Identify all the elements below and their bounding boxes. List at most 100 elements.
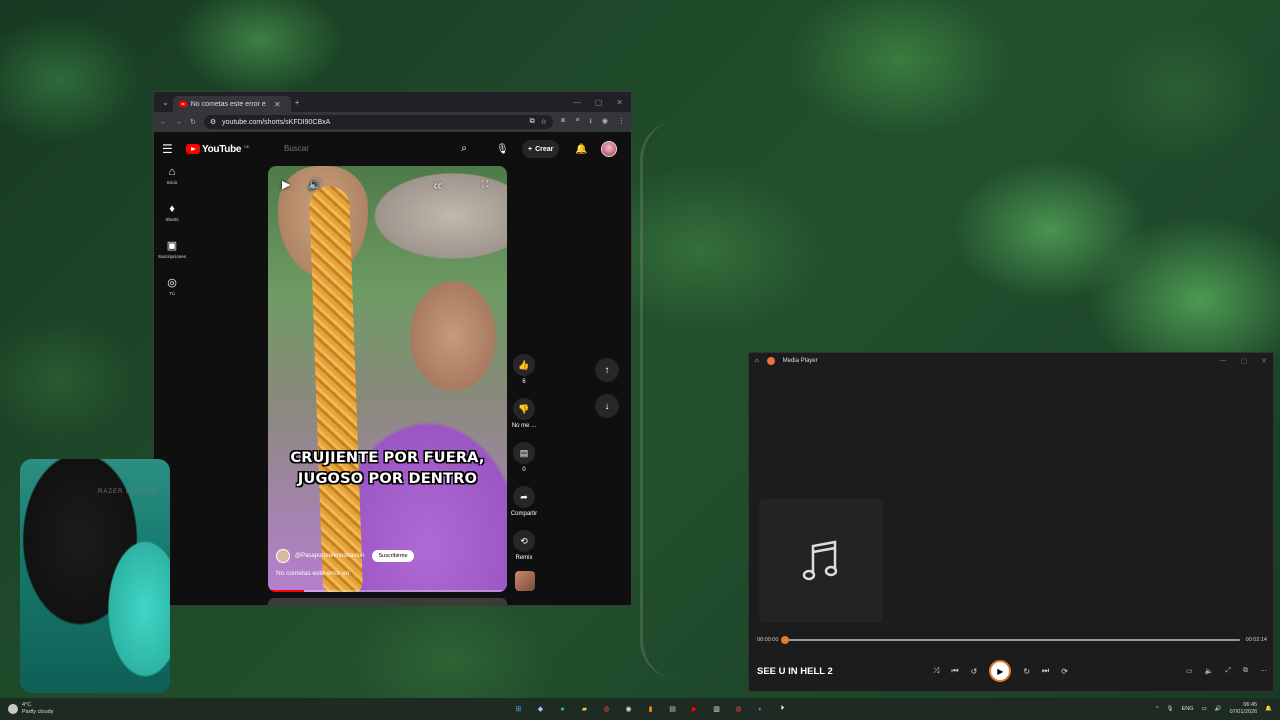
tray-overflow-icon[interactable]: ^ bbox=[1156, 706, 1159, 712]
download-icon[interactable]: ⭳ bbox=[589, 117, 591, 128]
spotify-icon[interactable]: ● bbox=[556, 703, 569, 716]
play-button[interactable]: ▶ bbox=[989, 660, 1012, 682]
obs-icon[interactable]: ◉ bbox=[622, 703, 635, 716]
share-action[interactable]: ➦ Compartir bbox=[508, 486, 540, 530]
youtube-app-icon[interactable]: ▶ bbox=[688, 703, 701, 716]
share-icon[interactable]: ➦ bbox=[513, 486, 535, 508]
seek-bar[interactable] bbox=[781, 636, 1240, 644]
youtube-logo[interactable]: YouTube DE bbox=[186, 144, 249, 155]
close-window-button[interactable]: ✕ bbox=[616, 98, 623, 107]
omnibox[interactable]: ⚙ youtube.com/shorts/sKFDI90CBxA ⧉ ☆ bbox=[203, 115, 553, 129]
browser-menu-icon[interactable]: ⋮ bbox=[618, 117, 625, 128]
hamburger-menu-icon[interactable]: ☰ bbox=[162, 142, 176, 156]
track-title: SEE U IN HELL 2 bbox=[757, 665, 833, 677]
nav-item-tu[interactable]: ◎ Tú bbox=[154, 277, 190, 314]
compact-overlay-icon[interactable]: ⧉ bbox=[1243, 667, 1248, 675]
bookmark-star-icon[interactable]: ☆ bbox=[541, 118, 547, 126]
minimize-button[interactable]: — bbox=[573, 98, 581, 107]
create-button[interactable]: + Crear bbox=[522, 140, 560, 158]
account-avatar[interactable] bbox=[601, 141, 617, 157]
tab-active[interactable]: No cometas este error en - YouTube ✕ bbox=[172, 96, 291, 112]
captions-icon[interactable]: ㏄ bbox=[434, 180, 442, 191]
tab-strip: ⌄ No cometas este error en - YouTube ✕ +… bbox=[154, 92, 631, 112]
dislike-action[interactable]: 👎 No me ... bbox=[508, 398, 540, 442]
forward-30-icon[interactable]: ↻ bbox=[1023, 667, 1030, 676]
minimize-button[interactable]: — bbox=[1220, 357, 1227, 365]
like-action[interactable]: 👍 6 bbox=[508, 354, 540, 398]
short-title[interactable]: No cometas este error en bbox=[276, 570, 349, 577]
sound-thumbnail[interactable] bbox=[515, 571, 535, 591]
extension-badge-icon[interactable]: ◉ bbox=[602, 117, 608, 128]
tab-search-icon[interactable]: ⌄ bbox=[158, 98, 173, 107]
volume-icon[interactable]: 🔈 bbox=[1205, 667, 1214, 675]
more-options-icon[interactable]: ⋯ bbox=[1260, 667, 1267, 675]
miniplayer-icon[interactable]: ▭ bbox=[1186, 667, 1193, 675]
next-short-button[interactable]: ↓ bbox=[595, 394, 619, 418]
thumbs-down-icon[interactable]: 👎 bbox=[513, 398, 535, 420]
short-video-player[interactable]: ▶ 🔊 ㏄ ⛶ CRUJIENTE POR FUERA, JUGOSO POR … bbox=[268, 166, 507, 592]
play-icon[interactable]: ▶ bbox=[282, 178, 290, 191]
close-window-button[interactable]: ✕ bbox=[1261, 357, 1267, 365]
home-icon[interactable]: ⌂ bbox=[755, 358, 759, 364]
next-track-icon[interactable]: ⏭ bbox=[1042, 666, 1049, 676]
back-icon[interactable]: ← bbox=[160, 119, 167, 126]
search-box: ⌕ bbox=[284, 139, 474, 159]
nav-item-shorts[interactable]: ♦ Shorts bbox=[154, 203, 190, 240]
network-icon[interactable]: ▭ bbox=[1202, 706, 1207, 712]
previous-track-icon[interactable]: ⏮ bbox=[951, 666, 958, 676]
document-icon[interactable]: ▥ bbox=[710, 703, 723, 716]
comment-icon[interactable]: ▤ bbox=[513, 442, 535, 464]
notifications-bell-icon[interactable]: 🔔 bbox=[575, 144, 587, 155]
maximize-button[interactable]: ▢ bbox=[1241, 357, 1248, 365]
nav-item-suscripciones[interactable]: ▣ Suscripciones bbox=[154, 240, 190, 277]
thumbs-up-icon[interactable]: 👍 bbox=[513, 354, 535, 376]
channel-avatar[interactable] bbox=[276, 549, 290, 563]
volume-icon[interactable]: 🔊 bbox=[308, 178, 322, 191]
windows-start-icon[interactable]: ⊞ bbox=[512, 703, 525, 716]
search-icon[interactable]: ⌕ bbox=[454, 143, 474, 154]
channel-name[interactable]: @Pasaporteenmodoavion bbox=[295, 553, 364, 559]
microphone-tray-icon[interactable]: 🎙 bbox=[1167, 706, 1174, 712]
media-player-taskbar-icon[interactable]: ⏵ bbox=[776, 703, 789, 716]
speaker-icon[interactable]: 🔊 bbox=[1215, 706, 1222, 712]
seek-row: 00:00:00 00:02:14 bbox=[757, 636, 1267, 644]
maximize-button[interactable]: ▢ bbox=[595, 98, 603, 107]
reload-icon[interactable]: ↻ bbox=[190, 118, 196, 126]
notifications-icon[interactable]: 🔔 bbox=[1265, 706, 1272, 712]
chrome-icon[interactable]: ◍ bbox=[600, 703, 613, 716]
steam-icon[interactable]: ◆ bbox=[534, 703, 547, 716]
search-input[interactable] bbox=[284, 144, 454, 153]
discord-icon[interactable]: ◐ bbox=[754, 703, 767, 716]
shuffle-icon[interactable]: ⤨ bbox=[933, 666, 939, 676]
app-icon[interactable]: ▮ bbox=[644, 703, 657, 716]
subscribe-button[interactable]: Suscribirme bbox=[372, 550, 414, 562]
fullscreen-icon[interactable]: ⤢ bbox=[1225, 667, 1231, 675]
url-text[interactable]: youtube.com/shorts/sKFDI90CBxA bbox=[222, 119, 330, 126]
file-explorer-icon[interactable]: ▰ bbox=[578, 703, 591, 716]
language-indicator[interactable]: ENG bbox=[1182, 706, 1194, 712]
forward-icon[interactable]: → bbox=[175, 119, 182, 126]
site-info-icon[interactable]: ⚙ bbox=[210, 118, 216, 126]
notepad-icon[interactable]: ▤ bbox=[666, 703, 679, 716]
media-control-icon[interactable]: ≡ bbox=[575, 117, 579, 128]
fullscreen-icon[interactable]: ⛶ bbox=[482, 179, 488, 190]
remix-action[interactable]: ⟲ Remix bbox=[508, 530, 540, 574]
video-progress-bar[interactable] bbox=[268, 590, 507, 592]
seek-thumb[interactable] bbox=[781, 636, 790, 644]
remix-icon[interactable]: ⟲ bbox=[513, 530, 535, 552]
previous-short-button[interactable]: ↑ bbox=[595, 358, 619, 382]
video-progress-fill bbox=[268, 590, 304, 592]
open-in-app-icon[interactable]: ⧉ bbox=[530, 118, 535, 126]
tab-close-icon[interactable]: ✕ bbox=[270, 100, 285, 109]
extensions-icon[interactable]: ⧈ bbox=[561, 117, 565, 128]
nav-item-inicio[interactable]: ⌂ Inicio bbox=[154, 166, 190, 203]
comments-action[interactable]: ▤ 0 bbox=[508, 442, 540, 486]
clock[interactable]: 06:45 07/01/2026 bbox=[1230, 702, 1258, 716]
new-tab-button[interactable]: + bbox=[291, 98, 304, 107]
microphone-icon[interactable]: 🎙 bbox=[496, 144, 509, 155]
rewind-10-icon[interactable]: ↺ bbox=[971, 667, 978, 676]
repeat-icon[interactable]: ⟳ bbox=[1061, 667, 1068, 676]
chrome-profile-icon[interactable]: ◍ bbox=[732, 703, 745, 716]
media-player-titlebar: ⌂ Media Player — ▢ ✕ bbox=[749, 353, 1273, 369]
weather-widget[interactable]: 4°C Partly cloudy bbox=[0, 702, 200, 716]
